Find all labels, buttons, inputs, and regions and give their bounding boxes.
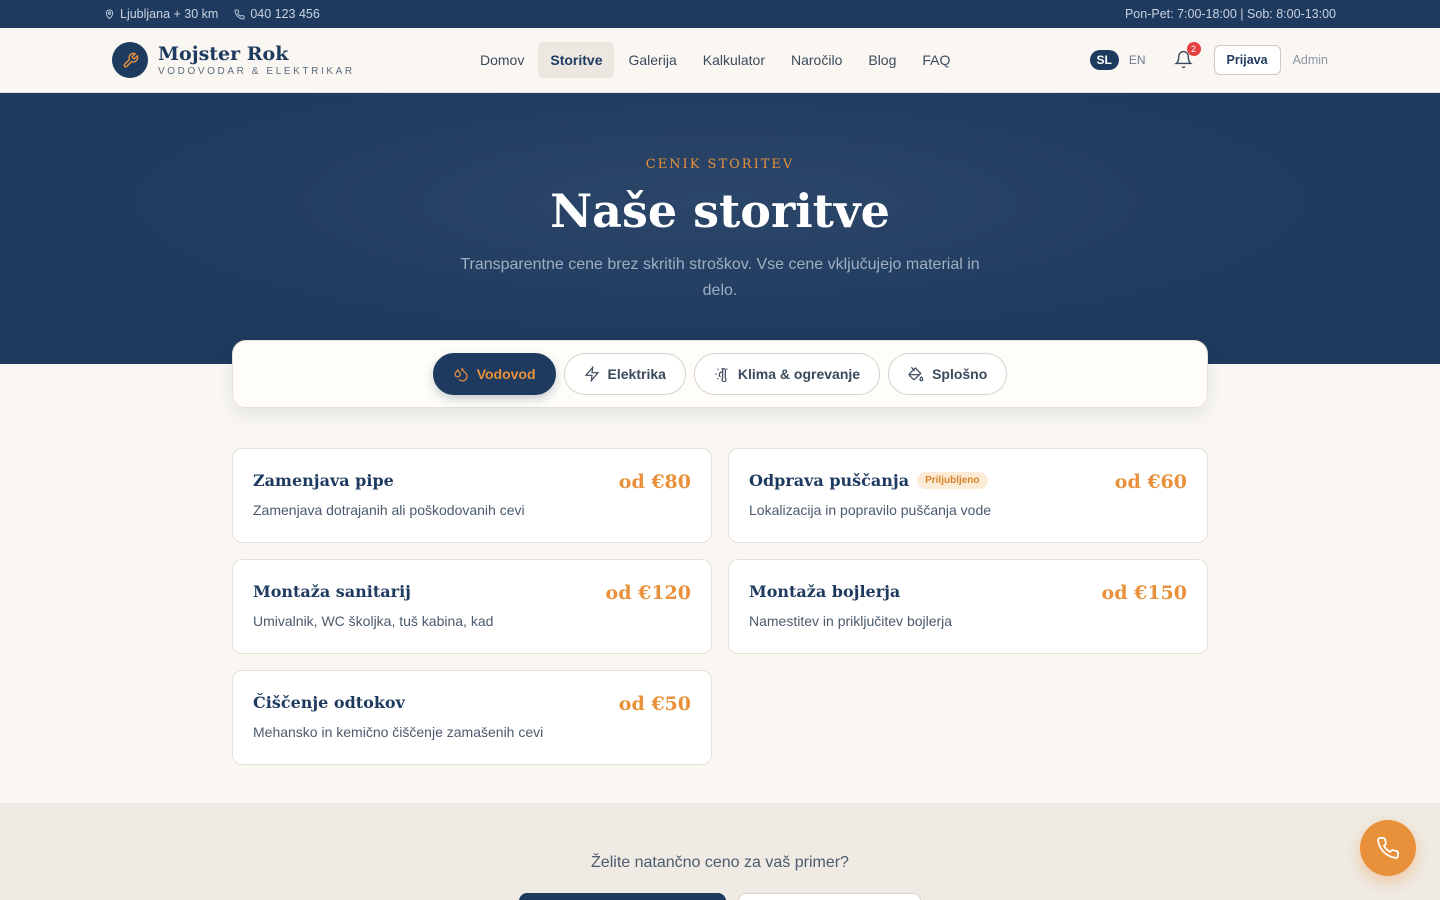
brand-name: Mojster Rok [158,42,289,65]
service-title: Odprava puščanja [749,471,910,490]
nav-item-galerija[interactable]: Galerija [616,42,688,78]
service-description: Umivalnik, WC školjka, tuš kabina, kad [253,613,494,629]
nav-item-narocilo[interactable]: Naročilo [779,42,854,78]
hero-subtitle: Transparentne cene brez skritih stroškov… [460,256,980,299]
popular-badge: Priljubljeno [917,472,988,489]
nav-item-kalkulator[interactable]: Kalkulator [691,42,777,78]
lang-sl-button[interactable]: SL [1089,50,1119,70]
brand-tagline: VODOVODAR & ELEKTRIKAR [158,65,355,77]
notification-count-badge: 2 [1186,42,1201,56]
service-title: Zamenjava pipe [253,471,394,490]
lang-en-button[interactable]: EN [1129,53,1146,67]
language-switcher: SL EN [1089,50,1146,70]
top-info-bar: Ljubljana + 30 km 040 123 456 Pon-Pet: 7… [0,0,1440,28]
logo-badge [112,42,148,78]
tab-splosno[interactable]: Splošno [888,353,1008,395]
page-title: Naše storitve [550,184,890,238]
service-price: od €60 [1114,471,1187,493]
header-actions: SL EN 2 Prijava Admin [1089,42,1328,75]
service-card[interactable]: Montaža bojlerja Namestitev in priključi… [728,559,1208,654]
service-title: Montaža bojlerja [749,582,901,601]
map-pin-icon [105,9,114,19]
phone-icon [1377,837,1399,859]
hero-section: CENIK STORITEV Naše storitve Transparent… [0,93,1440,364]
cta-section: Želite natančno ceno za vaš primer? [0,803,1440,900]
site-header: Mojster Rok VODOVODAR & ELEKTRIKAR Domov… [0,28,1440,93]
service-description: Mehansko in kemično čiščenje zamašenih c… [253,724,544,740]
phone-icon [234,8,245,19]
tab-vodovod[interactable]: Vodovod [432,353,556,395]
tab-klima-ogrevanje[interactable]: Klima & ogrevanje [693,353,881,395]
category-tabs: Vodovod Elektrika Klima & ogrevanje Splo… [232,340,1208,408]
service-description: Zamenjava dotrajanih ali poškodovanih ce… [253,502,525,518]
admin-link[interactable]: Admin [1293,53,1328,67]
nav-item-faq[interactable]: FAQ [910,42,962,78]
thermometer-sun-icon [715,368,728,382]
notifications-button[interactable]: 2 [1173,42,1201,70]
service-card[interactable]: Zamenjava pipe Zamenjava dotrajanih ali … [232,448,712,543]
main-nav: Domov Storitve Galerija Kalkulator Naroč… [468,42,962,78]
service-description: Lokalizacija in popravilo puščanja vode [749,502,992,518]
service-title: Montaža sanitarij [253,582,411,601]
floating-call-button[interactable] [1360,820,1416,876]
droplets-icon [454,368,468,382]
service-card[interactable]: Montaža sanitarij Umivalnik, WC školjka,… [232,559,712,654]
service-price: od €80 [618,471,691,493]
service-price: od €50 [618,693,691,715]
location-text: Ljubljana + 30 km [120,7,219,21]
service-card[interactable]: Odprava puščanja Priljubljeno Lokalizaci… [728,448,1208,543]
location-info: Ljubljana + 30 km [104,7,218,21]
phone-text: 040 123 456 [250,7,320,21]
tab-label: Splošno [932,366,988,382]
wrench-icon [122,52,138,68]
tab-elektrika[interactable]: Elektrika [563,353,686,395]
service-card[interactable]: Čiščenje odtokov Mehansko in kemično čiš… [232,670,712,765]
service-description: Namestitev in priključitev bojlerja [749,613,953,629]
opening-hours: Pon-Pet: 7:00-18:00 | Sob: 8:00-13:00 [1124,7,1336,21]
service-price: od €120 [605,582,691,604]
nav-item-domov[interactable]: Domov [468,42,536,78]
service-price: od €150 [1101,582,1187,604]
tab-label: Elektrika [607,366,666,382]
service-title: Čiščenje odtokov [253,693,405,712]
cta-question: Želite natančno ceno za vaš primer? [591,854,849,871]
cta-primary-button[interactable] [519,893,726,900]
paint-bucket-icon [908,366,924,382]
phone-info[interactable]: 040 123 456 [234,7,320,21]
nav-item-storitve[interactable]: Storitve [538,42,615,78]
tab-label: Klima & ogrevanje [737,366,861,382]
login-button[interactable]: Prijava [1213,45,1281,75]
cta-secondary-button[interactable] [738,893,921,900]
hero-eyebrow: CENIK STORITEV [645,157,795,172]
service-list: Zamenjava pipe Zamenjava dotrajanih ali … [232,448,1208,765]
tab-label: Vodovod [476,366,536,382]
brand-logo-link[interactable]: Mojster Rok VODOVODAR & ELEKTRIKAR [112,42,355,78]
nav-item-blog[interactable]: Blog [856,42,908,78]
zap-icon [584,366,599,382]
